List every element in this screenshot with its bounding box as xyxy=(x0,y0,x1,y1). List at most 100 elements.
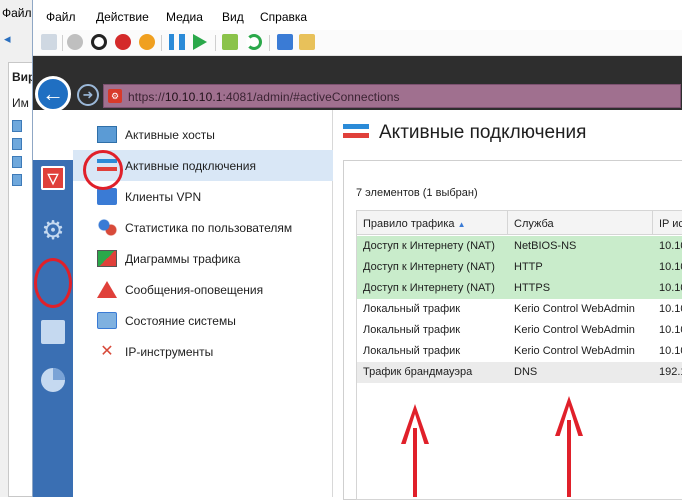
main-content: Активные подключения 7 элементов (1 выбр… xyxy=(333,110,682,500)
statistics-icon[interactable] xyxy=(33,110,73,487)
gear-icon[interactable]: ⚙ xyxy=(41,217,65,243)
table-header: Правило трафика ▲ Служба IP ист xyxy=(357,211,682,235)
cell-source-ip: 10.10 xyxy=(659,303,682,315)
turn-off-icon[interactable] xyxy=(115,34,131,50)
column-header-source-ip[interactable]: IP ист xyxy=(659,218,682,230)
cell-service: Kerio Control WebAdmin xyxy=(514,303,635,315)
enhanced-session-icon[interactable] xyxy=(277,34,293,50)
cell-rule: Доступ к Интернету (NAT) xyxy=(363,240,495,252)
item-count: 7 элементов (1 выбран) xyxy=(356,187,478,199)
url-field[interactable]: ⚙ https://10.10.10.1:4081/admin/#activeC… xyxy=(103,84,681,108)
toolbar-separator xyxy=(269,35,270,51)
guest-screen: ⚙ https://10.10.10.1:4081/admin/#activeC… xyxy=(33,56,682,500)
forward-button[interactable]: ➜ xyxy=(77,84,99,106)
toolbar-separator xyxy=(161,35,162,51)
cell-source-ip: 10.10 xyxy=(659,324,682,336)
active-connections-header-icon xyxy=(343,122,369,140)
connections-table: Правило трафика ▲ Служба IP ист Доступ к… xyxy=(356,210,682,500)
nav-item-traffic-charts[interactable]: Диаграммы трафика xyxy=(73,243,333,274)
url-text[interactable]: https://10.10.10.1:4081/admin/#activeCon… xyxy=(128,90,400,104)
stats-bar xyxy=(61,459,65,487)
column-divider[interactable] xyxy=(507,211,508,235)
nav-item-ip-tools[interactable]: ✕ IP-инструменты xyxy=(73,336,333,367)
host-back-icon[interactable]: ◂ xyxy=(4,32,18,46)
column-header-service[interactable]: Служба xyxy=(514,218,554,230)
menu-media[interactable]: Медиа xyxy=(166,10,203,24)
url-path: :4081/admin/#activeConnections xyxy=(222,90,400,104)
annotation-arrow-right xyxy=(567,420,571,497)
cell-source-ip: 10.10 xyxy=(659,345,682,357)
annotation-circle-nav xyxy=(83,150,123,190)
table-row[interactable]: Трафик брандмауэра DNS 192.1 xyxy=(357,362,682,383)
column-header-rule[interactable]: Правило трафика ▲ xyxy=(363,218,465,230)
host-menu-file[interactable]: Файл xyxy=(2,6,32,20)
reports-pie-icon[interactable] xyxy=(41,368,65,392)
vm-icon[interactable] xyxy=(12,120,22,132)
cell-source-ip: 10.10 xyxy=(659,240,682,252)
table-row[interactable]: Доступ к Интернету (NAT) NetBIOS-NS 10.10 xyxy=(357,236,682,257)
pause-icon[interactable] xyxy=(169,34,185,50)
cell-rule: Доступ к Интернету (NAT) xyxy=(363,261,495,273)
ip-tools-icon: ✕ xyxy=(100,343,114,360)
share-icon[interactable] xyxy=(299,34,315,50)
cell-service: HTTPS xyxy=(514,282,551,294)
vm-menubar: Файл Действие Медиа Вид Справка xyxy=(33,0,682,30)
nav-item-alert-messages[interactable]: Сообщения-оповещения xyxy=(73,274,333,305)
user-stats-icon xyxy=(97,219,117,236)
table-row[interactable]: Доступ к Интернету (NAT) HTTPS 10.10 xyxy=(357,278,682,299)
cell-rule: Доступ к Интернету (NAT) xyxy=(363,282,495,294)
toolbar-separator xyxy=(215,35,216,51)
nav-item-active-hosts[interactable]: Активные хосты xyxy=(73,119,333,150)
nav-item-label: Состояние системы xyxy=(125,314,236,328)
shutdown-icon[interactable] xyxy=(139,34,155,50)
nav-item-user-stats[interactable]: Статистика по пользователям xyxy=(73,212,333,243)
revert-icon[interactable] xyxy=(246,34,262,50)
cell-rule: Локальный трафик xyxy=(363,345,461,357)
cell-rule: Трафик брандмауэра xyxy=(363,366,473,378)
connections-panel: 7 элементов (1 выбран) Правило трафика ▲… xyxy=(343,160,682,500)
ctrl-alt-del-icon[interactable] xyxy=(41,34,57,50)
vm-connection-window: Файл Действие Медиа Вид Справка ⚙ https:… xyxy=(32,0,682,500)
cell-service: DNS xyxy=(514,366,538,378)
vm-icon[interactable] xyxy=(12,138,22,150)
vm-icon[interactable] xyxy=(12,156,22,168)
vpn-clients-icon xyxy=(97,188,117,205)
table-row[interactable]: Доступ к Интернету (NAT) HTTP 10.10 xyxy=(357,257,682,278)
column-divider[interactable] xyxy=(652,211,653,235)
back-button[interactable]: ← xyxy=(35,76,71,112)
cell-source-ip: 10.10 xyxy=(659,282,682,294)
table-row[interactable]: Локальный трафик Kerio Control WebAdmin 10… xyxy=(357,320,682,341)
disabled-icon[interactable] xyxy=(67,34,83,50)
active-hosts-icon xyxy=(97,126,117,143)
cell-service: NetBIOS-NS xyxy=(514,240,577,252)
vm-icon[interactable] xyxy=(12,174,22,186)
menu-help[interactable]: Справка xyxy=(260,10,307,24)
nav-item-label: Активные хосты xyxy=(125,128,215,142)
logs-icon[interactable] xyxy=(41,320,65,344)
cell-service: Kerio Control WebAdmin xyxy=(514,324,635,336)
page-title: Активные подключения xyxy=(379,122,587,143)
stats-bar xyxy=(55,465,59,487)
cell-source-ip: 192.1 xyxy=(659,366,682,378)
play-icon[interactable] xyxy=(193,34,207,50)
stop-icon[interactable] xyxy=(91,34,107,50)
toolbar-separator xyxy=(62,35,63,51)
stats-bar xyxy=(43,477,47,487)
shield-icon[interactable]: ▽ xyxy=(41,166,65,190)
menu-view[interactable]: Вид xyxy=(222,10,244,24)
annotation-arrow-left xyxy=(413,428,417,497)
nav-item-label: Клиенты VPN xyxy=(125,190,202,204)
cell-service: HTTP xyxy=(514,261,543,273)
table-row[interactable]: Локальный трафик Kerio Control WebAdmin 10… xyxy=(357,341,682,362)
annotation-circle-rail xyxy=(34,258,72,308)
table-row[interactable]: Локальный трафик Kerio Control WebAdmin 10… xyxy=(357,299,682,320)
nav-item-label: IP-инструменты xyxy=(125,345,214,359)
host-panel-column[interactable]: Им xyxy=(12,96,29,110)
nav-item-label: Диаграммы трафика xyxy=(125,252,241,266)
checkpoint-icon[interactable] xyxy=(222,34,238,50)
browser-address-bar: ⚙ https://10.10.10.1:4081/admin/#activeC… xyxy=(33,56,682,112)
menu-action[interactable]: Действие xyxy=(96,10,149,24)
menu-file[interactable]: Файл xyxy=(46,10,76,24)
cell-source-ip: 10.10 xyxy=(659,261,682,273)
nav-item-system-status[interactable]: Состояние системы xyxy=(73,305,333,336)
